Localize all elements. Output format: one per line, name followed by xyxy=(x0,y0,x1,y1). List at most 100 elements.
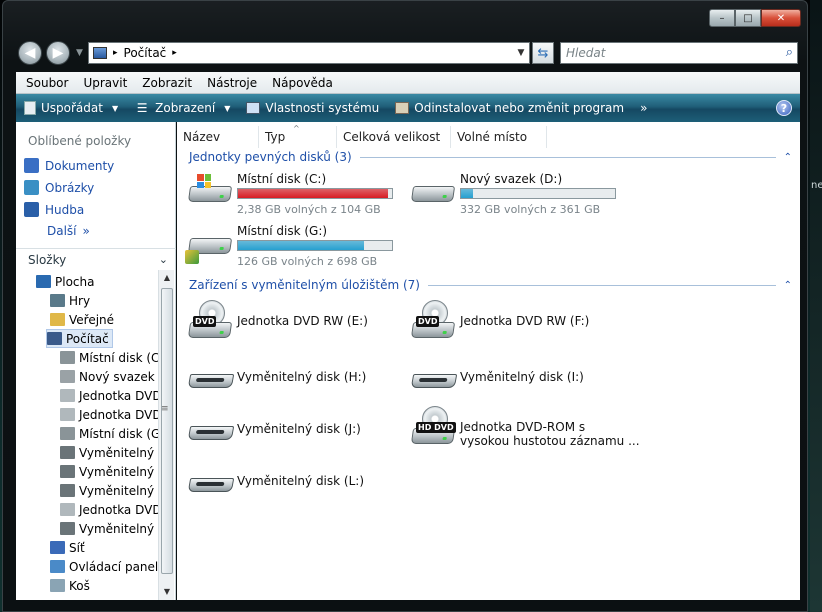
breadcrumb-separator-icon[interactable]: ▸ xyxy=(113,48,118,58)
favorite-pictures[interactable]: Obrázky xyxy=(24,180,94,195)
chevron-down-icon: ⌄ xyxy=(158,253,168,266)
address-bar[interactable]: ▸ Počítač ▸ ▼ xyxy=(88,42,530,64)
more-commands-button[interactable]: » xyxy=(640,101,647,115)
uninstall-label: Odinstalovat nebo změnit program xyxy=(414,101,625,115)
tree-item[interactable]: Vyměnitelný d xyxy=(60,481,158,500)
tree-item[interactable]: Síť xyxy=(50,538,85,557)
tree-item[interactable]: Veřejné xyxy=(50,310,114,329)
drive-tile[interactable]: Nový svazek (D:) 332 GB volných z 361 GB xyxy=(408,172,616,216)
drive-info: Místní disk (G:) 126 GB volných z 698 GB xyxy=(237,224,393,268)
device-tile[interactable]: HD DVD Jednotka DVD-ROM s vysokou hustoto… xyxy=(408,406,640,450)
tree-item-label: Počítač xyxy=(66,331,109,346)
tree-item[interactable]: Hry xyxy=(50,291,90,310)
favorite-documents[interactable]: Dokumenty xyxy=(24,158,114,173)
programs-icon xyxy=(395,102,410,114)
folder-tree-scrollbar[interactable]: ▲ ≡ ▼ xyxy=(158,270,174,600)
search-input[interactable]: Hledat ⌕ xyxy=(560,42,798,64)
tree-item[interactable]: Plocha xyxy=(36,272,94,291)
column-free-space-label: Volné místo xyxy=(457,130,528,144)
tree-item-icon xyxy=(50,579,65,592)
back-button[interactable]: ◀ xyxy=(18,41,42,65)
tree-item-icon xyxy=(50,541,65,554)
scroll-grip-icon: ≡ xyxy=(161,404,169,414)
tree-item[interactable]: Vyměnitelný d xyxy=(60,519,158,538)
tree-item[interactable]: Vyměnitelný d xyxy=(60,462,158,481)
tree-item[interactable]: Místní disk (C:) xyxy=(60,348,158,367)
search-icon[interactable]: ⌕ xyxy=(786,45,793,60)
system-properties-label: Vlastnosti systému xyxy=(265,101,380,115)
close-button[interactable]: ✕ xyxy=(761,9,801,27)
more-commands-label: » xyxy=(640,101,648,115)
chevron-up-icon[interactable]: ⌃ xyxy=(784,152,792,163)
chevron-up-icon[interactable]: ⌃ xyxy=(784,280,792,291)
system-properties-button[interactable]: Vlastnosti systému xyxy=(246,101,379,115)
menu-tools[interactable]: Nástroje xyxy=(207,76,257,90)
organize-button[interactable]: Uspořádat ▼ xyxy=(24,101,118,115)
tree-item[interactable]: Počítač xyxy=(46,329,113,348)
history-dropdown-icon[interactable]: ▼ xyxy=(76,48,83,58)
tree-item[interactable]: Nový svazek (D xyxy=(60,367,158,386)
tree-item[interactable]: Koš xyxy=(50,576,90,595)
tree-item-icon xyxy=(50,294,65,307)
drive-name: Místní disk (G:) xyxy=(237,224,328,238)
breadcrumb-separator-icon[interactable]: ▸ xyxy=(172,48,177,58)
favorites-more-label: Další xyxy=(47,224,77,238)
device-tile[interactable]: DVD Jednotka DVD RW (E:) xyxy=(185,300,368,344)
tree-item-label: Ovládací panely xyxy=(69,559,158,574)
device-tile[interactable]: Vyměnitelný disk (H:) xyxy=(185,360,366,404)
tree-item[interactable]: Jednotka DVD xyxy=(60,386,158,405)
favorites-more-link[interactable]: Další » xyxy=(47,224,90,238)
removable-drive-icon xyxy=(185,464,235,508)
device-tile[interactable]: Vyměnitelný disk (L:) xyxy=(185,464,364,508)
menu-file[interactable]: Soubor xyxy=(26,76,68,90)
group-title: Jednotky pevných disků (3) xyxy=(189,150,352,164)
menu-view[interactable]: Zobrazit xyxy=(142,76,192,90)
tree-item[interactable]: Vyměnitelný d xyxy=(60,443,158,462)
removable-drive-icon xyxy=(185,360,235,404)
tree-item[interactable]: Jednotka DVD xyxy=(60,405,158,424)
sort-indicator-icon: ^ xyxy=(293,124,300,133)
device-tile[interactable]: Vyměnitelný disk (J:) xyxy=(185,412,361,456)
column-free-space[interactable]: Volné místo xyxy=(451,126,547,148)
group-title: Zařízení s vyměnitelným úložištěm (7) xyxy=(189,278,420,292)
tree-item-icon xyxy=(60,351,75,364)
command-bar: Uspořádat ▼ ☰ Zobrazení ▼ Vlastnosti sys… xyxy=(16,94,800,122)
device-tile[interactable]: Vyměnitelný disk (I:) xyxy=(408,360,584,404)
menu-edit[interactable]: Upravit xyxy=(83,76,127,90)
device-tile[interactable]: DVD Jednotka DVD RW (F:) xyxy=(408,300,589,344)
tree-item-label: Jednotka DVD- xyxy=(79,502,158,517)
scroll-thumb[interactable] xyxy=(161,288,173,574)
scroll-up-icon[interactable]: ▲ xyxy=(159,270,175,286)
maximize-button[interactable]: □ xyxy=(735,9,761,27)
forward-button[interactable]: ▶ xyxy=(46,41,70,65)
drive-tile[interactable]: Místní disk (G:) 126 GB volných z 698 GB xyxy=(185,224,393,268)
column-name[interactable]: Název xyxy=(177,126,259,148)
breadcrumb-computer[interactable]: Počítač xyxy=(124,46,167,60)
uninstall-button[interactable]: Odinstalovat nebo změnit program xyxy=(395,101,624,115)
tree-item-label: Vyměnitelný d xyxy=(79,483,158,498)
help-icon[interactable]: ? xyxy=(776,100,792,116)
views-button[interactable]: ☰ Zobrazení ▼ xyxy=(134,101,231,115)
drive-tile[interactable]: Místní disk (C:) 2,38 GB volných z 104 GB xyxy=(185,172,393,216)
tree-item[interactable]: Místní disk (G:) xyxy=(60,424,158,443)
menu-help[interactable]: Nápověda xyxy=(272,76,333,90)
disc-format-badge: DVD xyxy=(193,316,217,327)
folders-title: Složky xyxy=(28,252,67,267)
column-type[interactable]: ^ Typ xyxy=(259,124,337,148)
column-name-label: Název xyxy=(183,130,221,144)
tree-item[interactable]: Jednotka DVD- xyxy=(60,500,158,519)
address-dropdown-icon[interactable]: ▼ xyxy=(513,48,529,58)
tree-item[interactable]: Ovládací panely xyxy=(50,557,158,576)
scroll-down-icon[interactable]: ▼ xyxy=(159,584,175,600)
group-removable[interactable]: Zařízení s vyměnitelným úložištěm (7) ⌃ xyxy=(189,278,792,292)
folders-header[interactable]: Složky ⌄ xyxy=(16,248,176,270)
group-hard-drives[interactable]: Jednotky pevných disků (3) ⌃ xyxy=(189,150,792,164)
column-total-size[interactable]: Celková velikost xyxy=(337,126,451,148)
navigation-pane: Oblíbené položky Dokumenty Obrázky Hudba… xyxy=(16,122,176,600)
minimize-button[interactable]: – xyxy=(709,9,735,27)
disc-format-badge: DVD xyxy=(416,316,440,327)
refresh-button[interactable]: ⇆ xyxy=(532,42,554,64)
favorite-music[interactable]: Hudba xyxy=(24,202,84,217)
caption-buttons: – □ ✕ xyxy=(709,9,801,27)
drive-free-space: 126 GB volných z 698 GB xyxy=(237,255,378,268)
